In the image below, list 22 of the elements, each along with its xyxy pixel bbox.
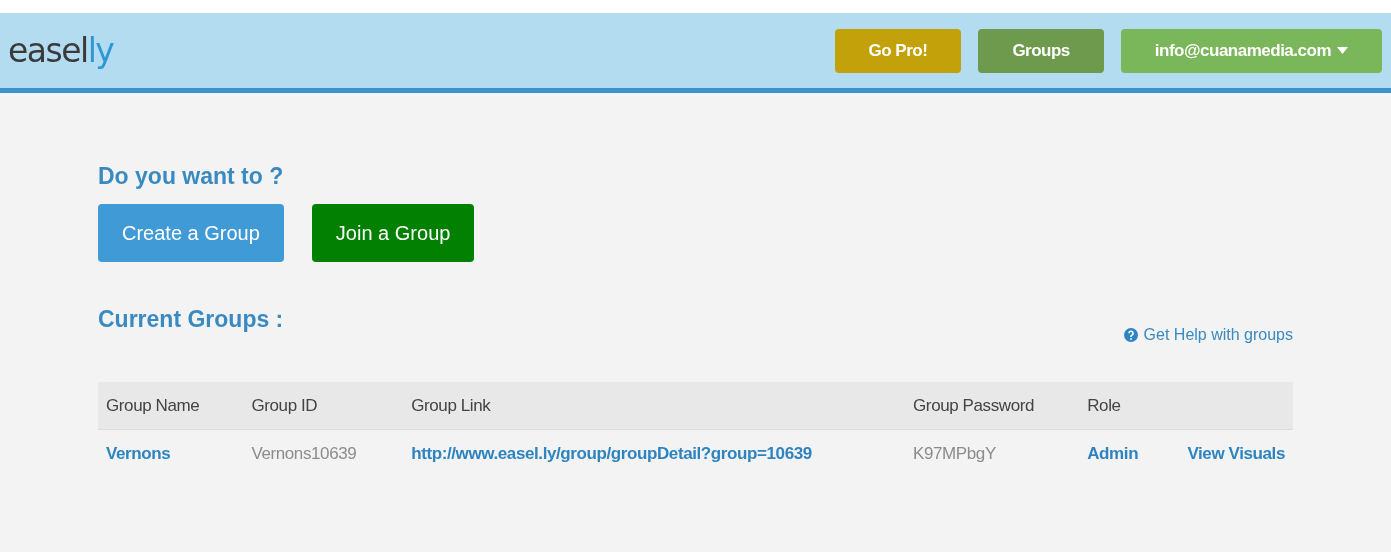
easelly-logo: easelly — [8, 31, 114, 70]
groups-button[interactable]: Groups — [978, 28, 1104, 73]
account-menu-button[interactable]: info@cuanamedia.com — [1120, 28, 1382, 73]
help-link[interactable]: Get Help with groups — [1123, 326, 1293, 344]
column-header: Group Password — [905, 382, 1080, 430]
go-pro-button[interactable]: Go Pro! — [834, 28, 962, 73]
section-title: Current Groups : — [98, 306, 284, 333]
caret-icon — [1337, 47, 1348, 54]
section-title: Do you want to ? — [98, 163, 285, 190]
column-header: Group ID — [243, 382, 404, 430]
column-header: Group Name — [98, 382, 244, 430]
table-link[interactable]: View Visuals — [1179, 429, 1293, 477]
help-icon — [1123, 328, 1138, 342]
column-header: Group Link — [403, 382, 906, 430]
table-link[interactable]: http://www.easel.ly/group/groupDetail?group=10639 — [403, 429, 906, 477]
create-group-button[interactable]: Create a Group — [98, 204, 284, 262]
table-link[interactable]: Vernons — [98, 429, 244, 477]
column-header: Role — [1079, 382, 1180, 430]
table-cell: Vernons10639 — [243, 429, 404, 477]
join-group-button[interactable]: Join a Group — [311, 204, 475, 262]
table-cell: K97MPbgY — [905, 429, 1080, 477]
table-link[interactable]: Admin — [1079, 429, 1180, 477]
